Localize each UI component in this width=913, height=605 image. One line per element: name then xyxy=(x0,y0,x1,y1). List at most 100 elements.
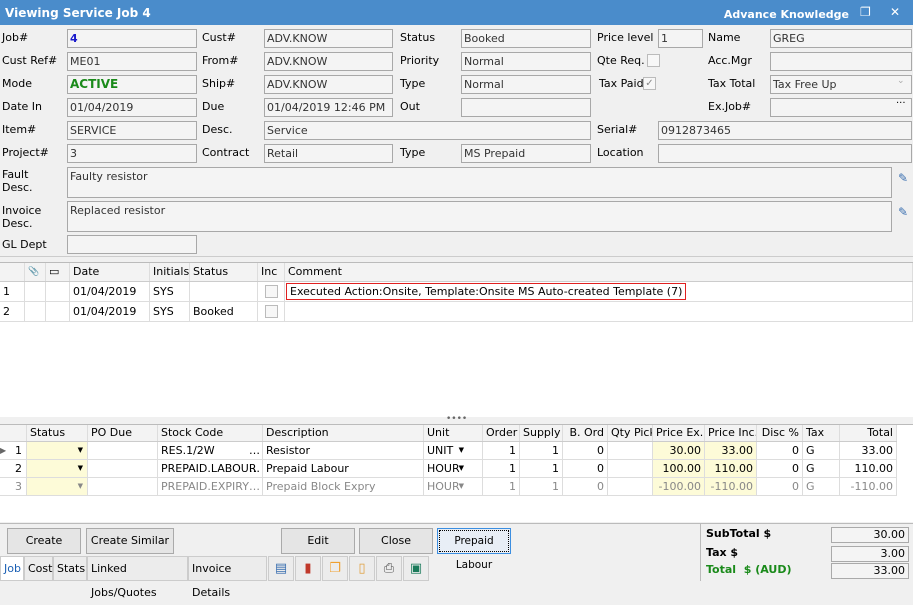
clipboard-icon[interactable]: ▯ xyxy=(349,556,375,581)
note-icon: ▭ xyxy=(46,263,70,281)
schedule-row-cell xyxy=(258,282,285,301)
schedule-row-cell xyxy=(25,302,46,321)
edit-button[interactable]: Edit xyxy=(281,528,355,554)
prepaid-labour-button[interactable]: Prepaid Labour xyxy=(437,528,511,571)
type-field[interactable]: Normal xyxy=(461,75,591,94)
schedule-row[interactable]: 1 01/04/2019 SYS Executed Action:Onsite, Te… xyxy=(0,282,913,302)
cash-icon[interactable]: ▣ xyxy=(403,556,429,581)
lines-header-cell: Supply xyxy=(520,425,563,441)
edit-note-icon[interactable]: ✎ xyxy=(898,171,908,185)
restore-icon[interactable]: ❐ xyxy=(860,5,871,19)
serial-field[interactable]: 0912873465 xyxy=(658,121,912,140)
line-row-cell: PREPAID.EXPIRY… xyxy=(158,478,263,495)
lines-header[interactable]: Status PO Due Stock Code Description Unit Ord… xyxy=(0,425,897,442)
line-row-cell: G xyxy=(803,460,840,477)
edit-note-icon[interactable]: ✎ xyxy=(898,205,908,219)
line-row-cell: 1 xyxy=(12,442,27,459)
line-row-cell: 30.00 xyxy=(653,442,705,459)
create-quote-button[interactable]: Create Quote xyxy=(7,528,81,571)
due-field[interactable]: 01/04/2019 12:46 PM xyxy=(264,98,393,117)
fault-desc-field[interactable]: Faulty resistor xyxy=(67,167,892,198)
taxtotal-field[interactable]: Tax Free Up xyxy=(770,75,912,94)
schedule-header[interactable]: 📎 ▭ Date Initials Status Inc Comment xyxy=(0,263,913,282)
fault-desc-label: Fault Desc. xyxy=(2,168,33,194)
line-row-cell: -100.00 xyxy=(653,478,705,495)
status-dropdown-icon[interactable]: ▼ xyxy=(78,442,83,459)
create-similar-button[interactable]: Create Similar xyxy=(86,528,174,554)
accmgr-label: Acc.Mgr xyxy=(708,54,752,67)
inc-checkbox[interactable] xyxy=(265,285,278,298)
out-field[interactable] xyxy=(461,98,591,117)
invoice-desc-field[interactable]: Replaced resistor xyxy=(67,201,892,232)
gl-dept-field[interactable] xyxy=(67,235,197,254)
splitter-handle[interactable]: •••• xyxy=(446,414,467,424)
type-label: Type xyxy=(400,77,426,90)
schedule-header-cell: Initials xyxy=(150,263,190,281)
close-button[interactable]: Close xyxy=(359,528,433,554)
copy-icon[interactable]: ❐ xyxy=(322,556,348,581)
tab-cost[interactable]: Cost xyxy=(24,556,53,581)
type2-label: Type xyxy=(400,146,426,159)
line-row-cell: G xyxy=(803,442,840,459)
inc-checkbox[interactable] xyxy=(265,305,278,318)
unit-dropdown-icon[interactable]: ▼ xyxy=(459,442,464,459)
schedule-header-cell: Status xyxy=(190,263,258,281)
status-field[interactable]: Booked xyxy=(461,29,591,48)
report-icon[interactable]: ⎙ xyxy=(376,556,402,581)
name-field[interactable]: GREG xyxy=(770,29,912,48)
tax-label: Tax $ xyxy=(706,546,739,559)
location-field[interactable] xyxy=(658,144,912,163)
document-icon[interactable]: ▤ xyxy=(268,556,294,581)
qte-req-checkbox[interactable] xyxy=(647,54,660,67)
price_level-field[interactable]: 1 xyxy=(658,29,703,48)
ship-field[interactable]: ADV.KNOW xyxy=(264,75,393,94)
schedule-row[interactable]: 2 01/04/2019 SYS Booked xyxy=(0,302,913,322)
tab-stats[interactable]: Stats xyxy=(53,556,87,581)
contract-field[interactable]: Retail xyxy=(264,144,393,163)
job-field[interactable]: 4 xyxy=(67,29,197,48)
line-row-cell: 0 xyxy=(563,460,608,477)
schedule-header-cell: Comment xyxy=(285,263,913,281)
line-row-cell xyxy=(608,478,653,495)
line-row-cell: 0 xyxy=(563,442,608,459)
item-field[interactable]: SERVICE xyxy=(67,121,197,140)
line-row[interactable]: 3 ▼ PREPAID.EXPIRY… Prepaid Block Expry HOUR… xyxy=(0,478,897,496)
tab-job[interactable]: Job xyxy=(0,556,24,581)
cust-field[interactable]: ADV.KNOW xyxy=(264,29,393,48)
line-row[interactable]: 1 ▼ RES.1/2W… Resistor UNIT ▼ 1 1 0 30.00 33.00 0 G 3… xyxy=(0,442,897,460)
close-icon[interactable]: ✕ xyxy=(890,5,900,19)
ellipsis-icon[interactable]: … xyxy=(249,460,260,477)
type2-field[interactable]: MS Prepaid xyxy=(461,144,591,163)
desc-field[interactable]: Service xyxy=(264,121,591,140)
unit-dropdown-icon[interactable]: ▼ xyxy=(459,460,464,477)
priority-field[interactable]: Normal xyxy=(461,52,591,71)
ellipsis-icon[interactable]: … xyxy=(249,442,260,459)
tab-linked-jobs-quotes[interactable]: Linked Jobs/Quotes xyxy=(87,556,188,599)
chevron-down-icon[interactable]: ⌄ xyxy=(897,76,905,86)
tax-paid-checkbox[interactable]: ✓ xyxy=(643,77,656,90)
ellipsis-icon[interactable]: … xyxy=(249,478,260,495)
subtotal-label: SubTotal $ xyxy=(706,527,772,540)
line-row-cell xyxy=(88,442,158,459)
line-row-cell: PREPAID.LABOUR… xyxy=(158,460,263,477)
ellipsis-button[interactable]: ··· xyxy=(896,98,906,109)
status-dropdown-icon[interactable]: ▼ xyxy=(78,478,83,495)
project-field[interactable]: 3 xyxy=(67,144,197,163)
line-row[interactable]: 2 ▼ PREPAID.LABOUR… Prepaid Labour HOUR ▼ 1 1 0 1… xyxy=(0,460,897,478)
mode-field[interactable]: ACTIVE xyxy=(67,75,197,94)
status-dropdown-icon[interactable]: ▼ xyxy=(78,460,83,477)
clipboard-red-icon[interactable]: ▮ xyxy=(295,556,321,581)
line-row-cell: 0 xyxy=(757,460,803,477)
line-row-cell: 1 xyxy=(520,478,563,495)
datein-field[interactable]: 01/04/2019 xyxy=(67,98,197,117)
custref-field[interactable]: ME01 xyxy=(67,52,197,71)
accmgr-field[interactable] xyxy=(770,52,912,71)
lines-header-cell: Price Inc. xyxy=(705,425,757,441)
line-row-cell: HOUR ▼ xyxy=(424,478,483,495)
taxtotal-label: Tax Total xyxy=(708,77,756,90)
from-field[interactable]: ADV.KNOW xyxy=(264,52,393,71)
unit-dropdown-icon[interactable]: ▼ xyxy=(459,478,464,495)
exjob-field[interactable] xyxy=(770,98,912,117)
tab-invoice-details[interactable]: Invoice Details xyxy=(188,556,267,599)
datein-label: Date In xyxy=(2,100,43,113)
